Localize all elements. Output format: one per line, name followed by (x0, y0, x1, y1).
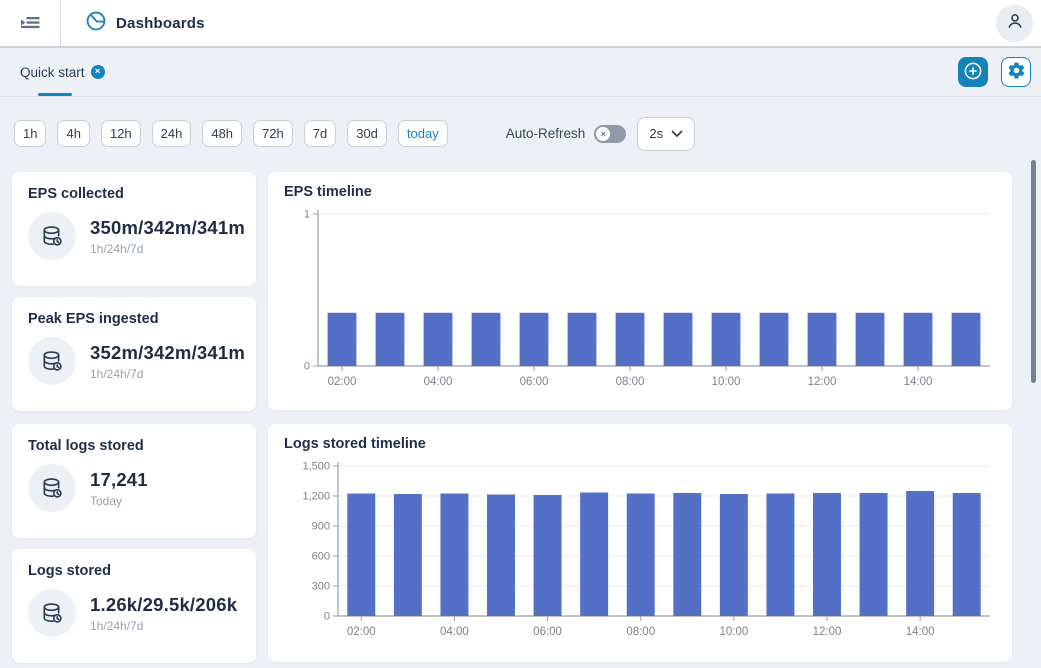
time-range-12h[interactable]: 12h (101, 120, 141, 147)
svg-text:14:00: 14:00 (904, 376, 933, 388)
svg-text:300: 300 (312, 581, 330, 593)
tab-close-icon[interactable]: × (91, 65, 105, 79)
stat-card-title: EPS collected (28, 186, 240, 202)
chevron-down-icon (671, 126, 683, 141)
time-range-toolbar: 1h 4h 12h 24h 48h 72h 7d 30d today Auto-… (0, 97, 1041, 162)
stat-card-column: EPS collected 350m/342m/341m (12, 172, 256, 663)
svg-text:06:00: 06:00 (533, 626, 562, 638)
svg-text:02:00: 02:00 (328, 376, 357, 388)
svg-text:10:00: 10:00 (712, 376, 741, 388)
page-title: Dashboards (116, 15, 205, 32)
database-icon (28, 589, 76, 637)
tab-label: Quick start (20, 65, 85, 80)
svg-text:1,200: 1,200 (302, 491, 330, 503)
time-range-30d[interactable]: 30d (347, 120, 387, 147)
svg-text:02:00: 02:00 (347, 626, 376, 638)
time-range-24h[interactable]: 24h (152, 120, 192, 147)
toggle-off-icon: × (596, 127, 610, 141)
stat-card-value: 352m/342m/341m (90, 342, 245, 364)
time-range-72h[interactable]: 72h (253, 120, 293, 147)
sidebar-toggle-button[interactable] (18, 10, 42, 37)
time-range-4h[interactable]: 4h (57, 120, 89, 147)
stat-card-subtitle: Today (90, 494, 148, 508)
eps-timeline-chart: 0 1 02:00 04:00 06:00 08:00 10:00 12:00 14:00 (284, 204, 996, 402)
svg-text:1,500: 1,500 (302, 461, 330, 473)
time-range-today[interactable]: today (398, 120, 448, 147)
svg-text:08:00: 08:00 (626, 626, 655, 638)
vertical-scrollbar[interactable] (1031, 160, 1036, 383)
stat-card-eps-collected: EPS collected 350m/342m/341m (12, 172, 256, 286)
stat-card-subtitle: 1h/24h/7d (90, 242, 245, 256)
logs-stored-timeline-card: Logs stored timeline 0 300 600 900 1,200 1,50… (268, 424, 1012, 662)
app-header: Dashboards (0, 0, 1041, 48)
refresh-interval-select[interactable]: 2s (637, 117, 695, 151)
chart-title: EPS timeline (284, 184, 996, 200)
time-range-7d[interactable]: 7d (304, 120, 336, 147)
gear-icon (1007, 61, 1026, 83)
stat-card-peak-eps-ingested: Peak EPS ingested 352m/342m/34 (12, 297, 256, 411)
tab-quick-start[interactable]: Quick start × (20, 48, 105, 96)
brand: Dashboards (85, 10, 205, 37)
logs-stored-timeline-chart: 0 300 600 900 1,200 1,500 02:00 04:00 06:00 08:00… (284, 456, 996, 650)
stat-card-title: Total logs stored (28, 438, 240, 454)
plus-circle-icon (962, 60, 984, 85)
svg-text:0: 0 (304, 361, 310, 373)
stat-card-value: 350m/342m/341m (90, 217, 245, 239)
svg-text:04:00: 04:00 (424, 376, 453, 388)
refresh-interval-value: 2s (649, 126, 663, 141)
user-menu-button[interactable] (996, 5, 1033, 42)
svg-text:1: 1 (304, 209, 310, 221)
stat-card-title: Peak EPS ingested (28, 311, 240, 327)
stat-card-value: 1.26k/29.5k/206k (90, 594, 237, 616)
sidebar-toggle-container (0, 0, 61, 46)
dashboard-settings-button[interactable] (1001, 57, 1031, 87)
person-icon (1004, 10, 1026, 37)
svg-text:0: 0 (324, 611, 330, 623)
time-range-1h[interactable]: 1h (14, 120, 46, 147)
svg-text:14:00: 14:00 (906, 626, 935, 638)
eps-timeline-card: EPS timeline 0 1 02:00 04:00 06:00 08:00 10:00… (268, 172, 1012, 410)
stat-card-value: 17,241 (90, 469, 148, 491)
svg-text:12:00: 12:00 (813, 626, 842, 638)
database-icon (28, 337, 76, 385)
stat-card-total-logs-stored: Total logs stored 17,241 (12, 424, 256, 538)
svg-text:04:00: 04:00 (440, 626, 469, 638)
svg-text:600: 600 (312, 551, 330, 563)
svg-text:12:00: 12:00 (808, 376, 837, 388)
database-icon (28, 212, 76, 260)
logo-icon (85, 10, 107, 37)
time-range-48h[interactable]: 48h (202, 120, 242, 147)
stat-card-title: Logs stored (28, 563, 240, 579)
svg-text:10:00: 10:00 (719, 626, 748, 638)
stat-card-subtitle: 1h/24h/7d (90, 619, 237, 633)
chart-column: EPS timeline 0 1 02:00 04:00 06:00 08:00 10:00… (268, 172, 1012, 663)
active-tab-indicator (38, 93, 72, 96)
dashboard-grid: EPS collected 350m/342m/341m (12, 172, 1012, 663)
svg-text:06:00: 06:00 (520, 376, 549, 388)
svg-text:900: 900 (312, 521, 330, 533)
tab-bar-actions (958, 57, 1031, 87)
database-icon (28, 464, 76, 512)
add-dashboard-button[interactable] (958, 57, 988, 87)
dashboard-tab-bar: Quick start × (0, 48, 1041, 97)
auto-refresh-toggle[interactable]: × (594, 125, 626, 143)
stat-card-logs-stored: Logs stored 1.26k/29.5k/206k (12, 549, 256, 663)
stat-card-subtitle: 1h/24h/7d (90, 367, 245, 381)
auto-refresh-label: Auto-Refresh (506, 126, 586, 141)
menu-open-icon (18, 10, 42, 37)
chart-title: Logs stored timeline (284, 436, 996, 452)
app-root: Dashboards Quick start × (0, 0, 1041, 668)
svg-text:08:00: 08:00 (616, 376, 645, 388)
